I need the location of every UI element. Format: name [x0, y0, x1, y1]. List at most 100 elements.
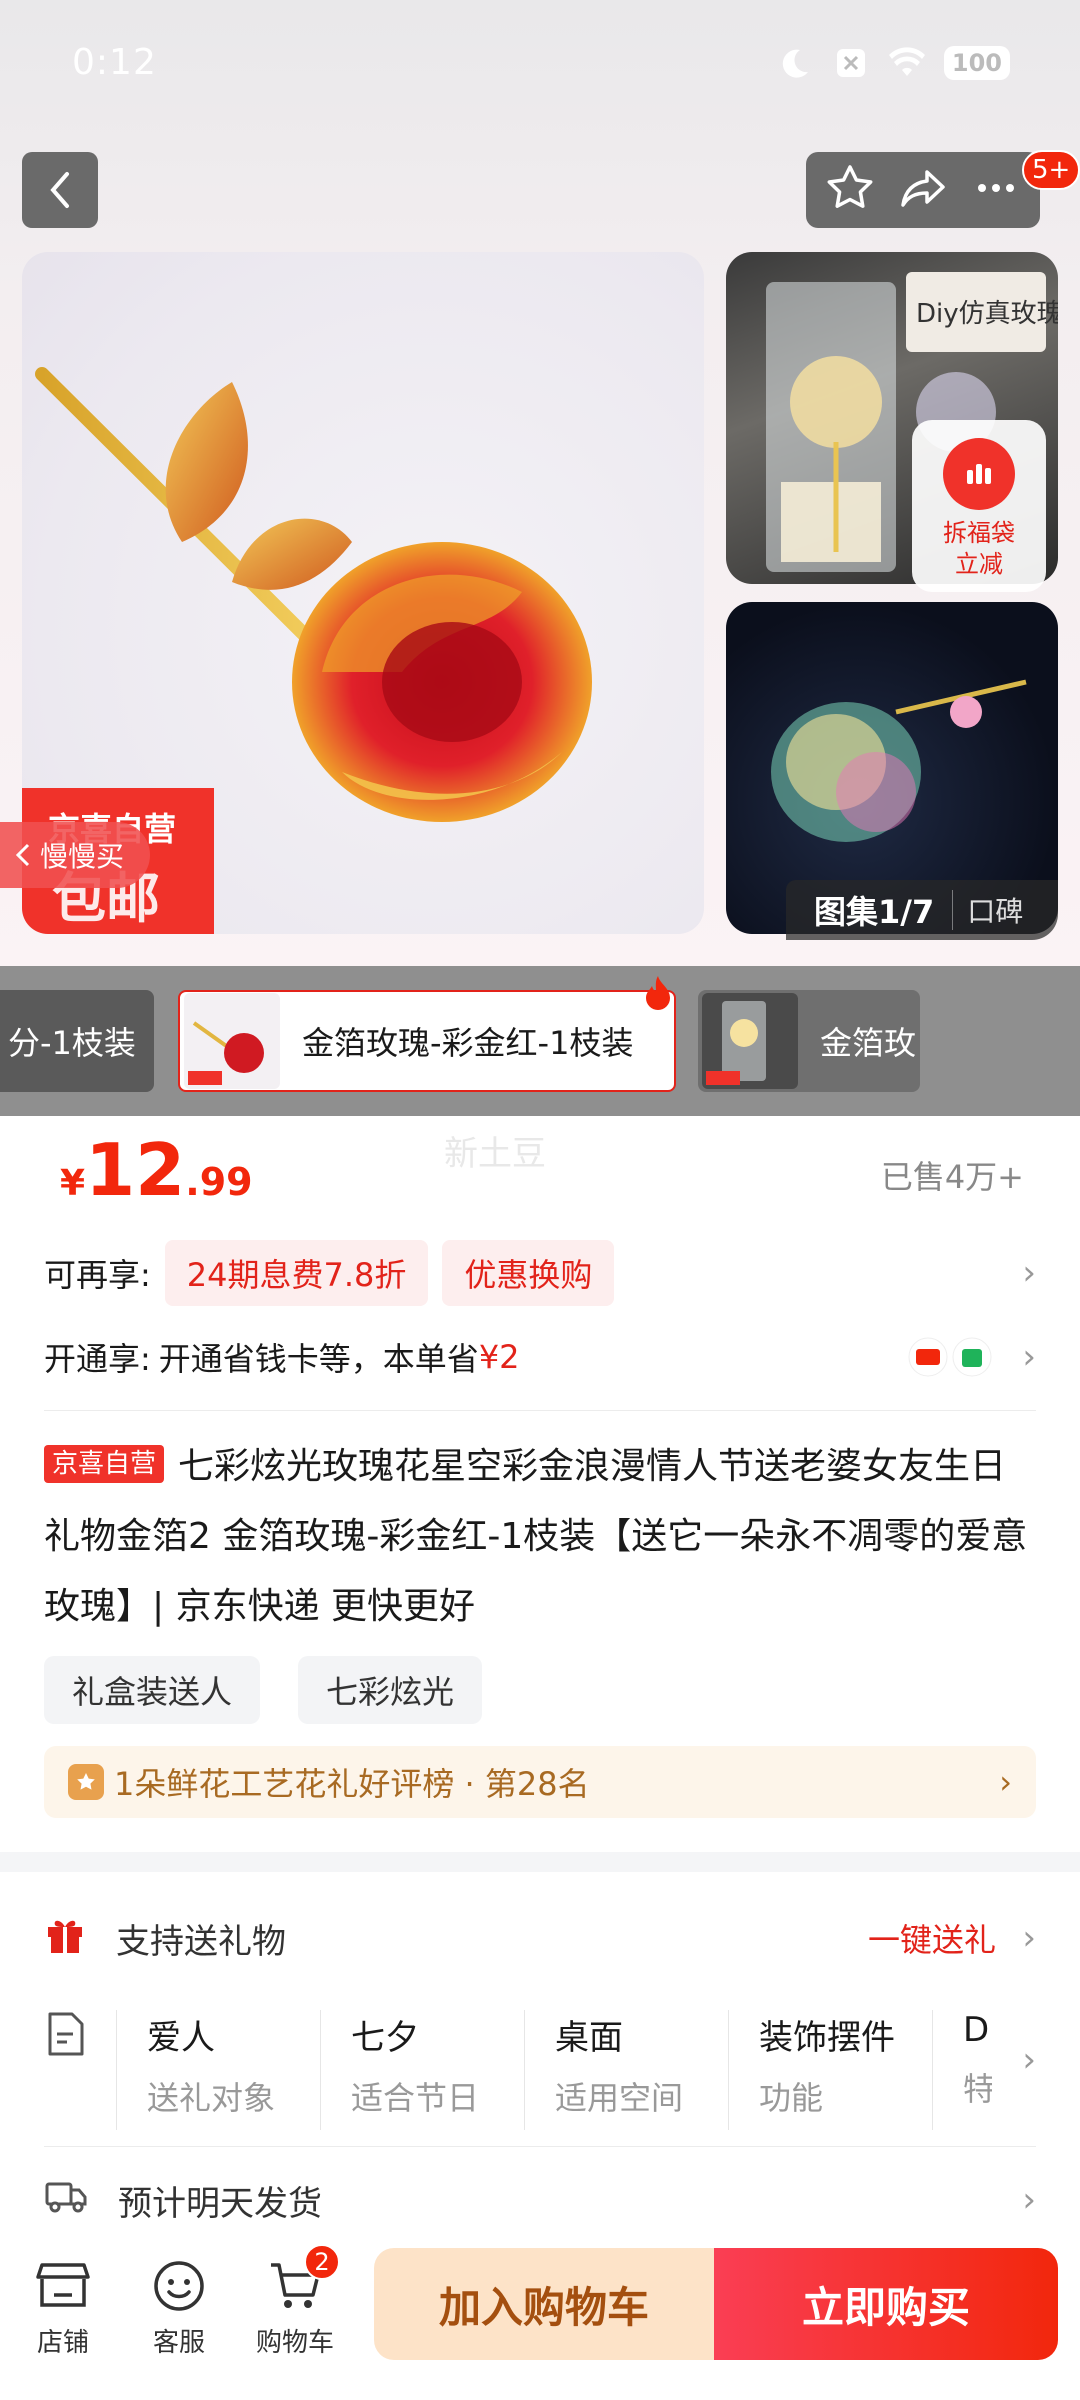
notification-badge: 5+	[1022, 150, 1080, 190]
variant-label: 分-1枝装	[8, 1024, 136, 1062]
variant-option[interactable]: 分-1枝装	[0, 990, 154, 1092]
back-button[interactable]	[22, 152, 98, 228]
bag-icon	[952, 1337, 992, 1377]
chevron-left-icon	[50, 172, 69, 208]
installment-chip[interactable]: 24期息费7.8折	[164, 1240, 429, 1306]
wifi-icon	[888, 44, 926, 82]
attribute-value: 七夕	[351, 2018, 419, 2058]
membership-icons	[908, 1337, 992, 1377]
shipping-row[interactable]: 预计明天发货 ›	[44, 2160, 1036, 2240]
buy-now-button[interactable]: 立即购买	[714, 2248, 1058, 2360]
attribute-value: 桌面	[555, 2018, 623, 2058]
gift-row[interactable]: 支持送礼物 一键送礼 ›	[44, 1898, 1036, 1978]
chevron-right-icon: ›	[1022, 1337, 1036, 1377]
attribute-value: 爱人	[147, 2018, 215, 2058]
status-time: 0:12	[72, 42, 157, 83]
header-actions	[806, 152, 1040, 228]
attributes-row[interactable]: 爱人 送礼对象 七夕 适合节日 桌面 适用空间 装饰摆件 功能 D 特 ›	[44, 2010, 1036, 2130]
price-currency: ¥	[60, 1163, 86, 1204]
variant-option[interactable]: 金箔玫	[698, 990, 920, 1092]
variant-option-selected[interactable]: 金箔玫瑰-彩金红-1枝装	[178, 990, 676, 1092]
price-decimal: .99	[185, 1160, 253, 1204]
moon-icon	[776, 44, 814, 82]
product-tag[interactable]: 礼盒装送人	[44, 1656, 261, 1724]
section-gap	[0, 1852, 1080, 1872]
customer-service-button[interactable]: 客服	[124, 2256, 234, 2359]
bottom-action-bar: 店铺 客服 购物车 2 加入购物车 立即购买	[0, 2236, 1080, 2400]
customer-service-icon	[149, 2256, 209, 2316]
divider	[44, 2146, 1036, 2147]
variant-thumbnail	[702, 993, 798, 1089]
variant-label: 金箔玫瑰-彩金红-1枝装	[302, 1024, 634, 1062]
fudai-label-line2: 立减	[955, 550, 1003, 579]
attribute-item: 装饰摆件 功能	[728, 2010, 932, 2130]
attribute-item: 桌面 适用空间	[524, 2010, 728, 2130]
variant-label: 金箔玫	[820, 1024, 917, 1062]
variant-selector: 分-1枝装 金箔玫瑰-彩金红-1枝装 金箔玫 共7款 ›	[0, 966, 1080, 2030]
store-icon	[33, 2256, 93, 2316]
rank-star-icon	[68, 1764, 104, 1800]
fudai-icon	[943, 438, 1015, 510]
chevron-right-icon: ›	[1022, 2040, 1036, 2080]
watermark-text: 新土豆	[444, 1134, 546, 1174]
gift-icon	[44, 1913, 86, 1964]
self-operated-badge: 京喜自营	[44, 1445, 165, 1483]
benefits-label: 可再享:	[44, 1256, 151, 1294]
product-tag[interactable]: 七彩炫光	[298, 1656, 483, 1724]
customer-service-label: 客服	[152, 2328, 205, 2358]
document-icon	[44, 2010, 116, 2130]
benefits-row[interactable]: 可再享: 24期息费7.8折 优惠换购 ›	[44, 1236, 1036, 1310]
attribute-value: 装饰摆件	[759, 2018, 895, 2058]
gallery-bar[interactable]: 图集1/7 口碑	[786, 880, 1058, 940]
variant-thumbnail	[184, 993, 280, 1089]
price-integer: 12	[85, 1128, 186, 1212]
truck-icon	[44, 2176, 88, 2225]
attribute-key: 适用空间	[555, 2079, 684, 2117]
hot-flame-icon	[644, 974, 672, 1014]
cart-count-badge: 2	[304, 2244, 340, 2280]
attribute-item: 七夕 适合节日	[320, 2010, 524, 2130]
attribute-value: D	[963, 2010, 990, 2050]
cart-label: 购物车	[255, 2328, 334, 2358]
chevron-right-icon: ›	[1022, 1918, 1036, 1958]
sold-count: 已售4万+	[880, 1158, 1024, 1196]
attribute-key: 送礼对象	[147, 2079, 276, 2117]
membership-row[interactable]: 开通享: 开通省钱卡等，本单省 ¥2 ›	[44, 1324, 1036, 1390]
product-hero: 0:12 100 5+ 包邮 慢慢买 Diy仿真玫瑰 拆福袋 立减 图集1/7 …	[0, 0, 1080, 970]
exchange-chip[interactable]: 优惠换购	[442, 1240, 615, 1306]
one-click-gift-link[interactable]: 一键送礼	[868, 1915, 996, 1961]
product-title: 京喜自营 七彩炫光玫瑰花星空彩金浪漫情人节送老婆女友生日礼物金箔2 金箔玫瑰-彩金…	[44, 1432, 1040, 1642]
slow-buy-label: 慢慢买	[40, 840, 125, 873]
favorite-star-icon[interactable]	[824, 162, 876, 218]
attribute-item: 爱人 送礼对象	[116, 2010, 320, 2130]
fudai-discount-button[interactable]: 拆福袋 立减	[912, 420, 1046, 592]
membership-saving: ¥2	[478, 1338, 520, 1376]
fudai-label-line1: 拆福袋	[943, 519, 1015, 547]
price: ¥ 12 .99	[60, 1128, 253, 1212]
gallery-counter[interactable]: 图集1/7	[786, 887, 952, 933]
attribute-item: D 特	[932, 2010, 992, 2130]
status-bar: 0:12 100	[0, 0, 1080, 130]
attribute-key: 特	[963, 2070, 992, 2108]
membership-text: 开通省钱卡等，本单省	[158, 1340, 479, 1378]
share-icon[interactable]	[897, 162, 949, 218]
more-icon[interactable]	[970, 162, 1022, 218]
slow-buy-button[interactable]: 慢慢买	[0, 822, 150, 888]
chevron-right-icon: ›	[1022, 1253, 1036, 1293]
ranking-banner[interactable]: 1朵鲜花工艺花礼好评榜 · 第28名 ›	[44, 1746, 1036, 1818]
sim-off-icon	[832, 44, 870, 82]
add-to-cart-button[interactable]: 加入购物车	[374, 2248, 714, 2360]
battery-indicator: 100	[943, 46, 1010, 80]
shipping-label: 预计明天发货	[118, 2183, 322, 2224]
store-button[interactable]: 店铺	[8, 2256, 118, 2359]
store-label: 店铺	[36, 2328, 89, 2358]
ranking-text: 1朵鲜花工艺花礼好评榜 · 第28名	[114, 1765, 590, 1803]
attribute-key: 功能	[759, 2079, 824, 2117]
membership-label: 开通享:	[44, 1340, 151, 1378]
attribute-key: 适合节日	[351, 2079, 480, 2117]
thumb1-caption: Diy仿真玫瑰	[916, 299, 1058, 329]
divider	[44, 1410, 1036, 1411]
gift-label: 支持送礼物	[116, 1921, 286, 1962]
reviews-tab[interactable]: 口碑	[952, 890, 1023, 930]
chevron-right-icon: ›	[1022, 2180, 1036, 2220]
